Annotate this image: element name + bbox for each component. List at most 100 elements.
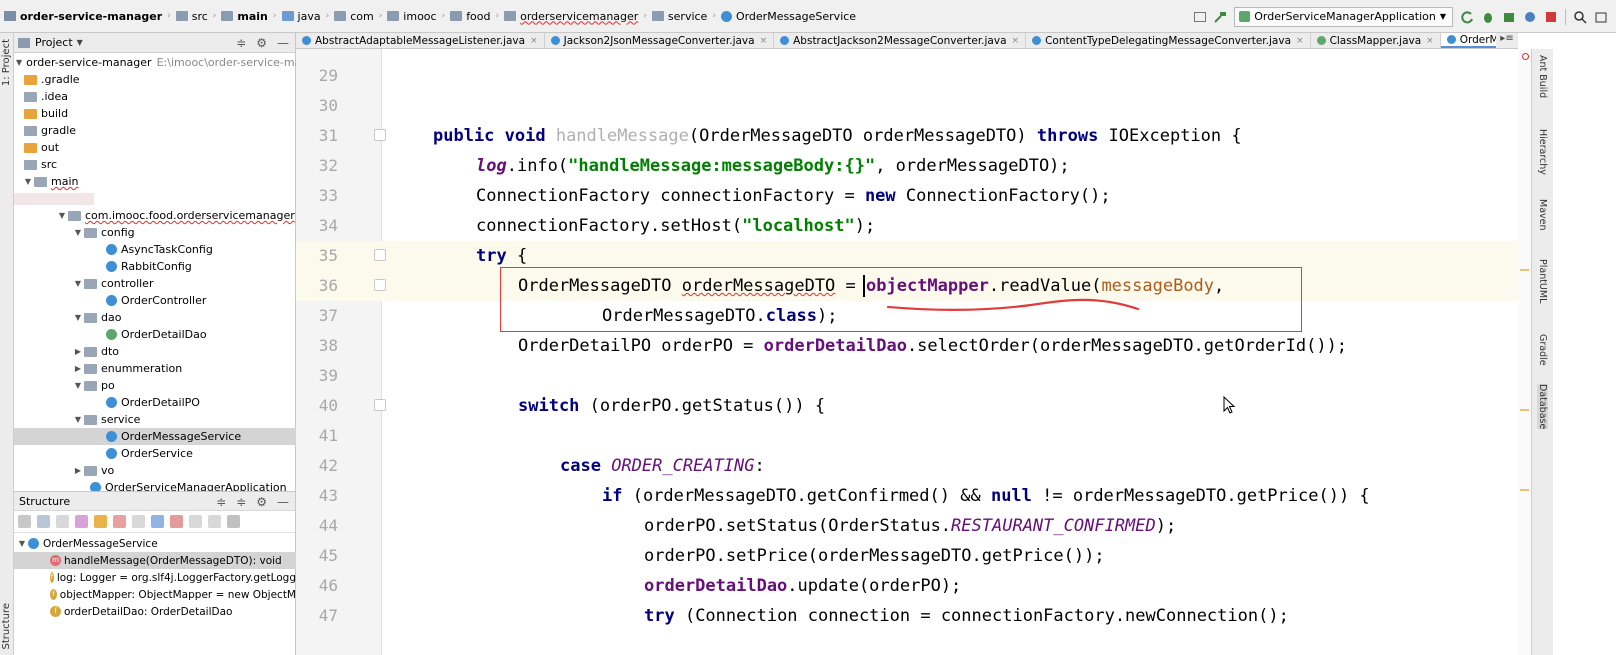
tree-item[interactable]: ▶ vo (14, 462, 296, 479)
warning-marker[interactable] (1520, 409, 1529, 411)
breadcrumb-food[interactable]: food (446, 10, 494, 23)
expand-all-icon[interactable] (189, 515, 202, 528)
chevron-down-icon[interactable]: ▼ (72, 415, 84, 424)
structure-item-method[interactable]: m handleMessage(OrderMessageDTO): void (14, 552, 296, 569)
search-icon[interactable] (1573, 10, 1587, 24)
tab-content-type-delegating-message-converter[interactable]: ContentTypeDelegatingMessageConverter.ja… (1026, 33, 1311, 48)
tree-item[interactable]: gradle (14, 122, 296, 139)
tree-item[interactable]: ▼ po (14, 377, 296, 394)
structure-item-field[interactable]: f log: Logger = org.slf4j.LoggerFactory.g… (14, 569, 296, 586)
breadcrumb-service[interactable]: service (648, 10, 711, 23)
tab-class-mapper[interactable]: ClassMapper.java × (1311, 33, 1441, 48)
breadcrumb-orderservicemanager[interactable]: orderservicemanager (500, 10, 642, 23)
tree-item[interactable]: ▼ dao (14, 309, 296, 326)
tree-item[interactable]: src (14, 156, 296, 173)
chevron-down-icon[interactable]: ▼ (72, 313, 84, 322)
project-view-select[interactable]: Project (35, 36, 73, 49)
code-editor[interactable]: 29 30 31 32 33 34 35 36 37 38 39 40 41 4… (296, 49, 1518, 655)
project-tool-window-button[interactable]: 1: Project (1, 39, 12, 86)
breadcrumb-com[interactable]: com (330, 10, 378, 23)
tree-item[interactable]: OrderController (14, 292, 296, 309)
close-icon[interactable]: × (1296, 36, 1304, 46)
chevron-down-icon[interactable]: ▼ (72, 279, 84, 288)
chevron-right-icon[interactable]: ▶ (72, 347, 84, 356)
tree-item[interactable]: OrderService (14, 445, 296, 462)
error-stripe[interactable] (1518, 49, 1531, 655)
breadcrumb-java[interactable]: java (278, 10, 325, 23)
hierarchy-tool-button[interactable]: Hierarchy (1537, 129, 1548, 175)
maven-tool-button[interactable]: Maven (1537, 199, 1548, 231)
breadcrumb-imooc[interactable]: imooc (383, 10, 440, 23)
sort-alpha-icon[interactable] (37, 515, 50, 528)
breadcrumb-project[interactable]: order-service-manager (0, 10, 166, 23)
collapse-all-icon[interactable]: ≑ (236, 36, 246, 50)
close-icon[interactable]: × (1012, 36, 1020, 46)
structure-item-field[interactable]: f objectMapper: ObjectMapper = new Object… (14, 586, 296, 603)
run-configuration-select[interactable]: OrderServiceManagerApplication ▼ (1234, 6, 1453, 27)
tree-item[interactable]: ▼ service (14, 411, 296, 428)
breadcrumb-class[interactable]: OrderMessageService (717, 10, 860, 23)
show-lambdas-icon[interactable] (132, 515, 145, 528)
tab-abstract-adaptable-message-listener[interactable]: AbstractAdaptableMessageListener.java × (296, 33, 545, 48)
profile-icon[interactable] (1523, 10, 1537, 24)
gear-icon[interactable]: ⚙ (256, 36, 267, 50)
structure-item-field[interactable]: f orderDetailDao: OrderDetailDao (14, 603, 296, 620)
collapse-all-icon[interactable] (208, 515, 221, 528)
ant-build-tool-button[interactable]: Ant Build (1537, 55, 1548, 98)
tree-item[interactable]: ▶ enummeration (14, 360, 296, 377)
hammer-icon[interactable] (1213, 10, 1227, 24)
chevron-right-icon[interactable]: ▶ (72, 466, 84, 475)
breadcrumb-main[interactable]: main (217, 10, 272, 23)
structure-tool-window-button[interactable]: Structure (1, 603, 12, 650)
sort-visibility-icon[interactable] (18, 515, 31, 528)
chevron-down-icon[interactable]: ▼ (22, 177, 34, 186)
database-tool-button[interactable]: Database (1537, 384, 1548, 430)
warning-marker[interactable] (1520, 269, 1529, 271)
filter-icon[interactable] (227, 515, 240, 528)
tree-item[interactable]: ▼ controller (14, 275, 296, 292)
coverage-icon[interactable] (1502, 10, 1516, 24)
show-anonymous-icon[interactable] (151, 515, 164, 528)
tree-item[interactable]: .idea (14, 88, 296, 105)
tree-item[interactable]: ▼ com.imooc.food.orderservicemanager (14, 207, 296, 224)
close-icon[interactable]: × (1426, 36, 1434, 46)
debug-icon[interactable] (1481, 10, 1495, 24)
breadcrumb-src[interactable]: src (172, 10, 212, 23)
rerun-icon[interactable] (1460, 10, 1474, 24)
chevron-down-icon[interactable]: ▼ (72, 228, 84, 237)
window-icon[interactable] (1594, 10, 1608, 24)
chevron-down-icon[interactable]: ▼ (72, 381, 84, 390)
collapse-icon[interactable]: ≑ (216, 495, 226, 509)
show-abstract-icon[interactable] (170, 515, 183, 528)
close-icon[interactable]: × (760, 36, 768, 46)
tab-overflow-icon[interactable]: ▸≡ (1496, 33, 1518, 48)
hide-icon[interactable]: — (277, 495, 289, 509)
show-fields-icon[interactable] (94, 515, 107, 528)
show-properties-icon[interactable] (75, 515, 88, 528)
tree-item[interactable]: OrderDetailPO (14, 394, 296, 411)
chevron-down-icon[interactable]: ▼ (77, 38, 83, 47)
stop-icon[interactable] (1544, 10, 1558, 24)
warning-marker[interactable] (1520, 489, 1529, 491)
tree-item[interactable]: out (14, 139, 296, 156)
gear-icon[interactable]: ⚙ (256, 495, 267, 509)
plantuml-tool-button[interactable]: PlantUML (1537, 259, 1548, 303)
hide-icon[interactable]: — (277, 36, 289, 50)
tree-root[interactable]: ▼ order-service-manager E:\imooc\order-ser… (14, 54, 333, 71)
tab-jackson2-json-message-converter[interactable]: Jackson2JsonMessageConverter.java × (545, 33, 775, 48)
error-indicator-icon[interactable] (1522, 53, 1529, 60)
tree-item[interactable]: RabbitConfig (14, 258, 296, 275)
tab-abstract-jackson2-message-converter[interactable]: AbstractJackson2MessageConverter.java × (774, 33, 1027, 48)
expand-icon[interactable]: ≑ (236, 495, 246, 509)
tree-item[interactable]: ▼ config (14, 224, 296, 241)
chevron-down-icon[interactable]: ▼ (16, 58, 22, 67)
show-non-public-icon[interactable] (113, 515, 126, 528)
show-inherited-icon[interactable] (56, 515, 69, 528)
chevron-right-icon[interactable]: ▶ (72, 364, 84, 373)
tree-item[interactable]: AsyncTaskConfig (14, 241, 296, 258)
close-icon[interactable]: × (530, 36, 538, 46)
tree-item[interactable]: ▶ dto (14, 343, 296, 360)
gradle-tool-button[interactable]: Gradle (1537, 334, 1548, 366)
layout-icon[interactable] (1194, 11, 1207, 22)
tree-item-selected[interactable]: OrderMessageService (14, 428, 296, 445)
